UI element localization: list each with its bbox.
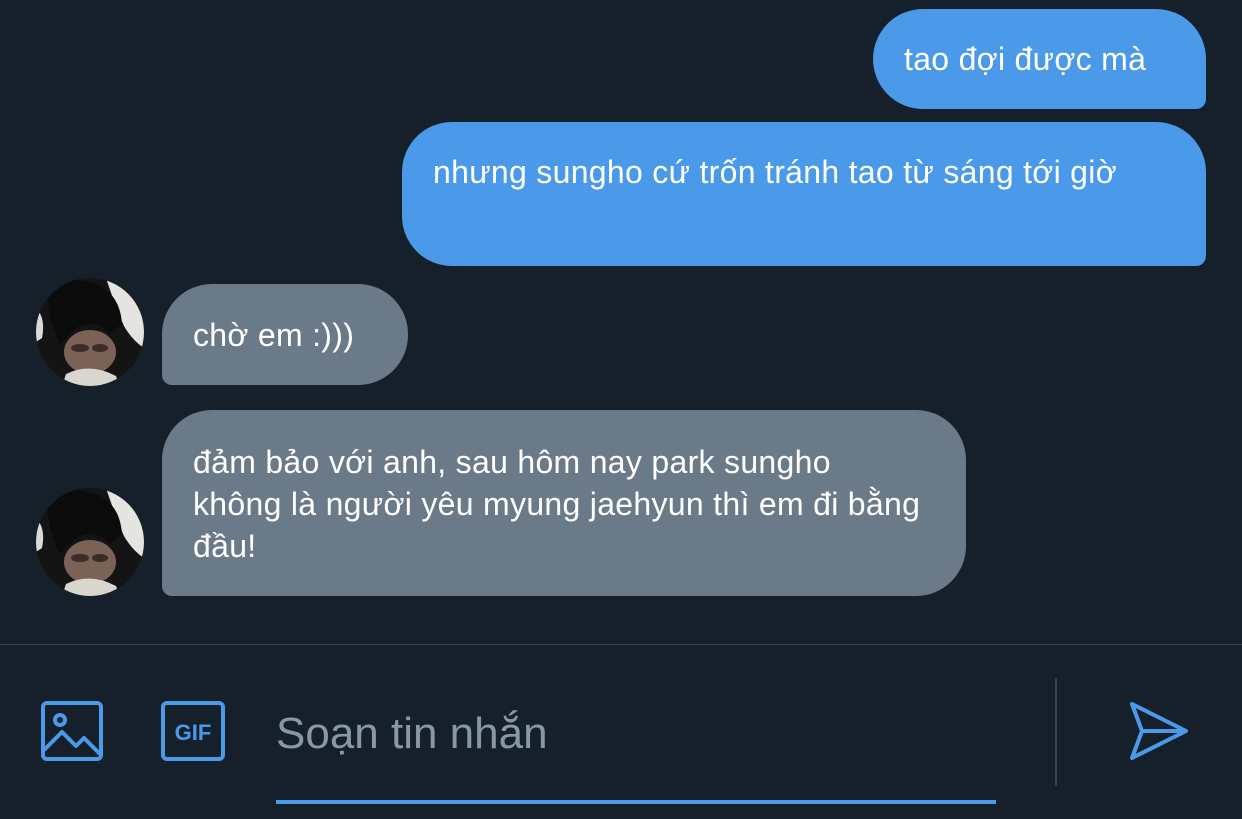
message-text: tao đợi được mà [904, 41, 1147, 77]
image-attach-button[interactable] [40, 700, 104, 762]
send-button[interactable] [1126, 700, 1190, 762]
message-bubble-received[interactable]: đảm bảo với anh, sau hôm nay park sungho… [162, 410, 966, 596]
message-bubble-received[interactable]: chờ em :))) [162, 284, 408, 385]
gif-label: GIF [175, 720, 212, 745]
avatar[interactable] [36, 278, 144, 386]
avatar[interactable] [36, 488, 144, 596]
send-icon [1130, 702, 1188, 760]
message-bubble-sent[interactable]: tao đợi được mà [873, 9, 1206, 109]
message-text: nhưng sungho cứ trốn tránh tao từ sáng t… [433, 154, 1117, 190]
message-input[interactable] [276, 704, 976, 764]
input-underline [276, 800, 996, 804]
gif-icon: GIF [161, 701, 225, 761]
composer-divider [0, 644, 1242, 645]
avatar-photo [36, 278, 144, 386]
message-text: đảm bảo với anh, sau hôm nay park sungho… [193, 444, 921, 564]
message-text: chờ em :))) [193, 317, 355, 353]
message-bubble-sent[interactable]: nhưng sungho cứ trốn tránh tao từ sáng t… [402, 122, 1206, 266]
send-separator [1055, 678, 1057, 786]
gif-button[interactable]: GIF [160, 700, 226, 762]
dm-conversation-screen: tao đợi được mà nhưng sungho cứ trốn trá… [0, 0, 1242, 819]
avatar-photo [36, 488, 144, 596]
image-icon [41, 701, 103, 761]
compose-area [276, 690, 996, 804]
